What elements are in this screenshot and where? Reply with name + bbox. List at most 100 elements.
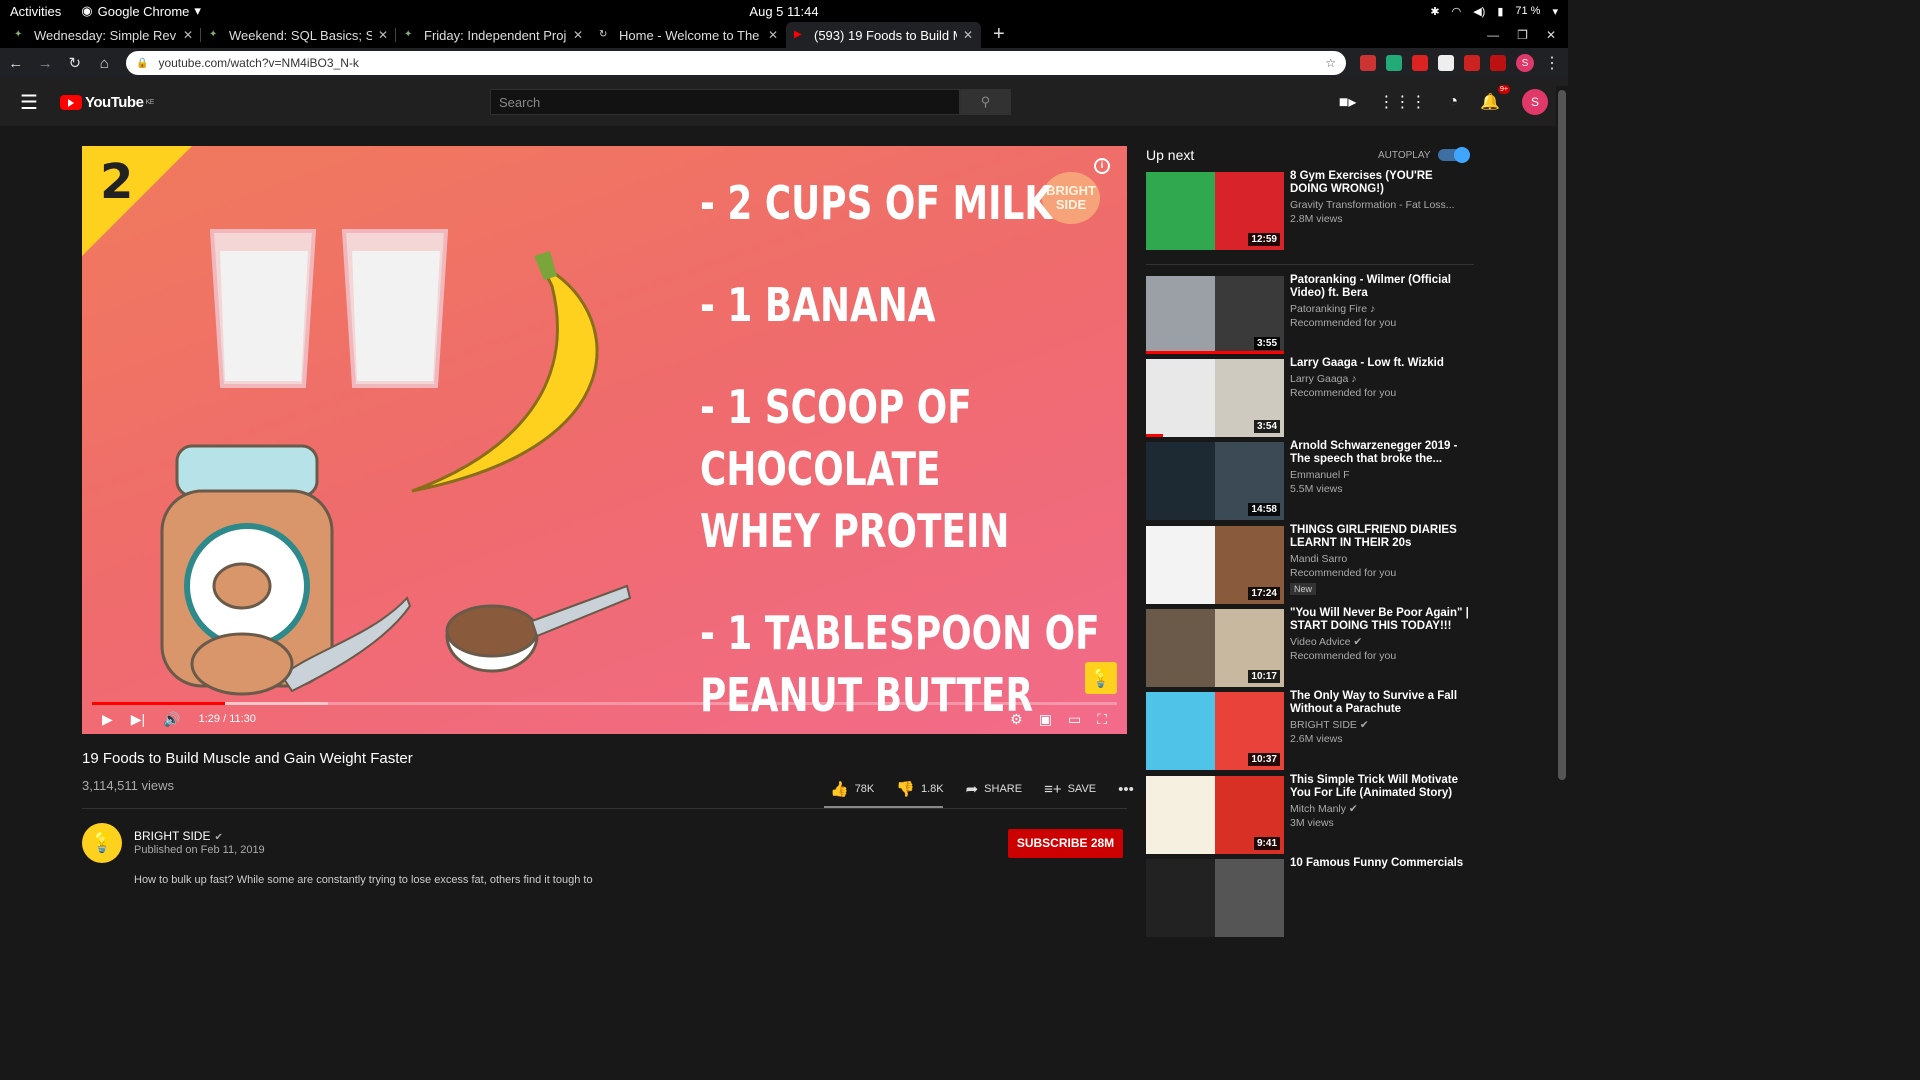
next-icon[interactable]: ▶| xyxy=(131,711,145,728)
up-next-video-card[interactable]: 10:17 "You Will Never Be Poor Again" | ST… xyxy=(1146,607,1476,687)
messages-icon[interactable]: ◔ xyxy=(1448,93,1458,111)
like-button[interactable]: 👍 78K xyxy=(830,780,874,798)
settings-gear-icon[interactable]: ⚙ xyxy=(1010,711,1023,728)
notifications-icon[interactable]: 🔔 9+ xyxy=(1480,85,1510,112)
tab-weekend[interactable]: ✦ Weekend: SQL Basics; SQ ✕ xyxy=(201,22,396,48)
profile-avatar[interactable]: S xyxy=(1516,54,1534,72)
channel-name[interactable]: BRIGHT SIDE ✔ xyxy=(134,829,223,843)
back-icon[interactable]: ← xyxy=(8,55,24,72)
video-title[interactable]: THINGS GIRLFRIEND DIARIES LEARNT IN THEI… xyxy=(1290,524,1470,550)
video-title[interactable]: The Only Way to Survive a Fall Without a… xyxy=(1290,690,1470,716)
close-icon[interactable]: ✕ xyxy=(183,28,193,42)
more-actions-button[interactable]: ••• xyxy=(1118,781,1134,798)
close-icon[interactable]: ✕ xyxy=(768,28,778,42)
video-progress-bar[interactable] xyxy=(92,702,1117,705)
scrollbar-thumb[interactable] xyxy=(1558,90,1566,780)
forward-icon[interactable]: → xyxy=(38,55,54,72)
close-icon[interactable]: ✕ xyxy=(378,28,388,42)
video-thumbnail[interactable] xyxy=(1146,859,1284,937)
account-avatar[interactable]: S xyxy=(1522,89,1548,115)
adblock-icon[interactable] xyxy=(1464,55,1480,71)
volume-icon[interactable]: 🔊 xyxy=(163,711,180,728)
create-video-icon[interactable]: ■▸ xyxy=(1339,92,1357,112)
video-title[interactable]: Arnold Schwarzenegger 2019 - The speech … xyxy=(1290,440,1470,466)
system-clock[interactable]: Aug 5 11:44 xyxy=(749,4,818,19)
channel-name[interactable]: Patoranking Fire ♪ xyxy=(1290,303,1470,315)
up-next-video-card[interactable]: 3:55 Patoranking - Wilmer (Official Video… xyxy=(1146,274,1476,354)
search-input[interactable]: Search xyxy=(490,89,960,115)
up-next-video-card[interactable]: 3:54 Larry Gaaga - Low ft. Wizkid Larry Ga… xyxy=(1146,357,1476,437)
save-button[interactable]: ≡+ SAVE xyxy=(1044,781,1096,798)
fullscreen-icon[interactable]: ⛶ xyxy=(1097,711,1107,728)
channel-name[interactable]: Mitch Manly ✔ xyxy=(1290,803,1470,815)
youtube-logo[interactable]: YouTube KE xyxy=(60,94,154,111)
play-icon[interactable]: ▶ xyxy=(102,711,113,728)
up-next-video-card[interactable]: 17:24 THINGS GIRLFRIEND DIARIES LEARNT IN… xyxy=(1146,524,1476,604)
video-thumbnail[interactable]: 17:24 xyxy=(1146,526,1284,604)
channel-name[interactable]: Larry Gaaga ♪ xyxy=(1290,373,1470,385)
video-title[interactable]: This Simple Trick Will Motivate You For … xyxy=(1290,774,1470,800)
subscribe-button[interactable]: SUBSCRIBE 28M xyxy=(1008,829,1123,858)
menu-dots-icon[interactable]: ⋮ xyxy=(1544,53,1560,73)
video-thumbnail[interactable]: 10:37 xyxy=(1146,692,1284,770)
video-thumbnail[interactable]: 14:58 xyxy=(1146,442,1284,520)
video-player[interactable]: 2 BRIGHT SIDE i - 2 CUPS OF MILK - 1 BAN… xyxy=(82,146,1127,734)
close-window-icon[interactable]: ✕ xyxy=(1546,28,1556,42)
up-next-heading: Up next xyxy=(1146,147,1195,163)
hamburger-menu-icon[interactable]: ☰ xyxy=(20,90,44,115)
address-bar[interactable]: 🔒 youtube.com/watch?v=NM4iBO3_N-k ☆ xyxy=(126,51,1346,75)
apps-grid-icon[interactable]: ⋮⋮⋮ xyxy=(1378,92,1426,112)
page-scrollbar[interactable] xyxy=(1556,86,1568,882)
tab-wednesday[interactable]: ✦ Wednesday: Simple Revie ✕ xyxy=(6,22,201,48)
up-next-video-card[interactable]: 10 Famous Funny Commercials xyxy=(1146,857,1476,937)
up-next-video-card[interactable]: 14:58 Arnold Schwarzenegger 2019 - The sp… xyxy=(1146,440,1476,520)
tab-home[interactable]: ↻ Home - Welcome to The b ✕ xyxy=(591,22,786,48)
video-title[interactable]: Patoranking - Wilmer (Official Video) ft… xyxy=(1290,274,1470,300)
share-button[interactable]: ➦ SHARE xyxy=(966,780,1022,798)
home-icon[interactable]: ⌂ xyxy=(97,55,113,72)
search-button[interactable]: ⚲ xyxy=(960,89,1011,115)
lightbulb-icon[interactable]: 💡 xyxy=(1085,662,1117,694)
miniplayer-icon[interactable]: ▣ xyxy=(1039,711,1052,728)
video-title[interactable]: 10 Famous Funny Commercials xyxy=(1290,857,1470,870)
channel-name[interactable]: Video Advice ✔ xyxy=(1290,636,1470,648)
video-thumbnail[interactable]: 3:54 xyxy=(1146,359,1284,437)
up-next-video-card[interactable]: 9:41 This Simple Trick Will Motivate You … xyxy=(1146,774,1476,854)
new-tab-button[interactable]: + xyxy=(981,22,1017,48)
reload-icon[interactable]: ↻ xyxy=(67,54,83,72)
channel-name[interactable]: Gravity Transformation - Fat Loss... xyxy=(1290,199,1470,211)
video-title[interactable]: Larry Gaaga - Low ft. Wizkid xyxy=(1290,357,1470,370)
extension-icon[interactable] xyxy=(1412,55,1428,71)
video-info: 10 Famous Funny Commercials xyxy=(1290,857,1470,875)
channel-name[interactable]: BRIGHT SIDE ✔ xyxy=(1290,719,1470,731)
dislike-button[interactable]: 👎 1.8K xyxy=(896,780,943,798)
extension-icon[interactable] xyxy=(1386,55,1402,71)
tab-youtube-video[interactable]: ▶ (593) 19 Foods to Build Mu ✕ xyxy=(786,22,981,48)
up-next-video-card[interactable]: 12:59 8 Gym Exercises (YOU'RE DOING WRONG… xyxy=(1146,170,1476,250)
video-thumbnail[interactable]: 10:17 xyxy=(1146,609,1284,687)
restore-icon[interactable]: ❐ xyxy=(1517,28,1528,42)
video-title[interactable]: "You Will Never Be Poor Again" | START D… xyxy=(1290,607,1470,633)
video-thumbnail[interactable]: 9:41 xyxy=(1146,776,1284,854)
extension-icon[interactable] xyxy=(1360,55,1376,71)
channel-avatar[interactable]: 💡 xyxy=(82,823,122,863)
close-icon[interactable]: ✕ xyxy=(573,28,583,42)
activities-button[interactable]: Activities xyxy=(10,4,61,19)
video-thumbnail[interactable]: 3:55 xyxy=(1146,276,1284,354)
channel-name[interactable]: Emmanuel F xyxy=(1290,469,1470,481)
up-next-video-card[interactable]: 10:37 The Only Way to Survive a Fall With… xyxy=(1146,690,1476,770)
app-menu[interactable]: ◉ Google Chrome ▾ xyxy=(81,3,201,19)
video-title[interactable]: 8 Gym Exercises (YOU'RE DOING WRONG!) xyxy=(1290,170,1470,196)
close-icon[interactable]: ✕ xyxy=(963,28,973,42)
channel-name[interactable]: Mandi Sarro xyxy=(1290,553,1470,565)
theater-mode-icon[interactable]: ▭ xyxy=(1068,711,1081,728)
pdf-icon[interactable] xyxy=(1490,55,1506,71)
autoplay-toggle[interactable] xyxy=(1438,147,1471,163)
video-thumbnail[interactable]: 12:59 xyxy=(1146,172,1284,250)
extension-icon[interactable] xyxy=(1438,55,1454,71)
lock-icon[interactable]: 🔒 xyxy=(136,58,148,69)
tab-friday[interactable]: ✦ Friday: Independent Proje ✕ xyxy=(396,22,591,48)
bookmark-star-icon[interactable]: ☆ xyxy=(1325,56,1336,70)
minimize-icon[interactable]: — xyxy=(1487,28,1499,42)
system-tray[interactable]: ✱ ◠ ◀) ▮ 71 % ▾ xyxy=(1430,5,1558,18)
